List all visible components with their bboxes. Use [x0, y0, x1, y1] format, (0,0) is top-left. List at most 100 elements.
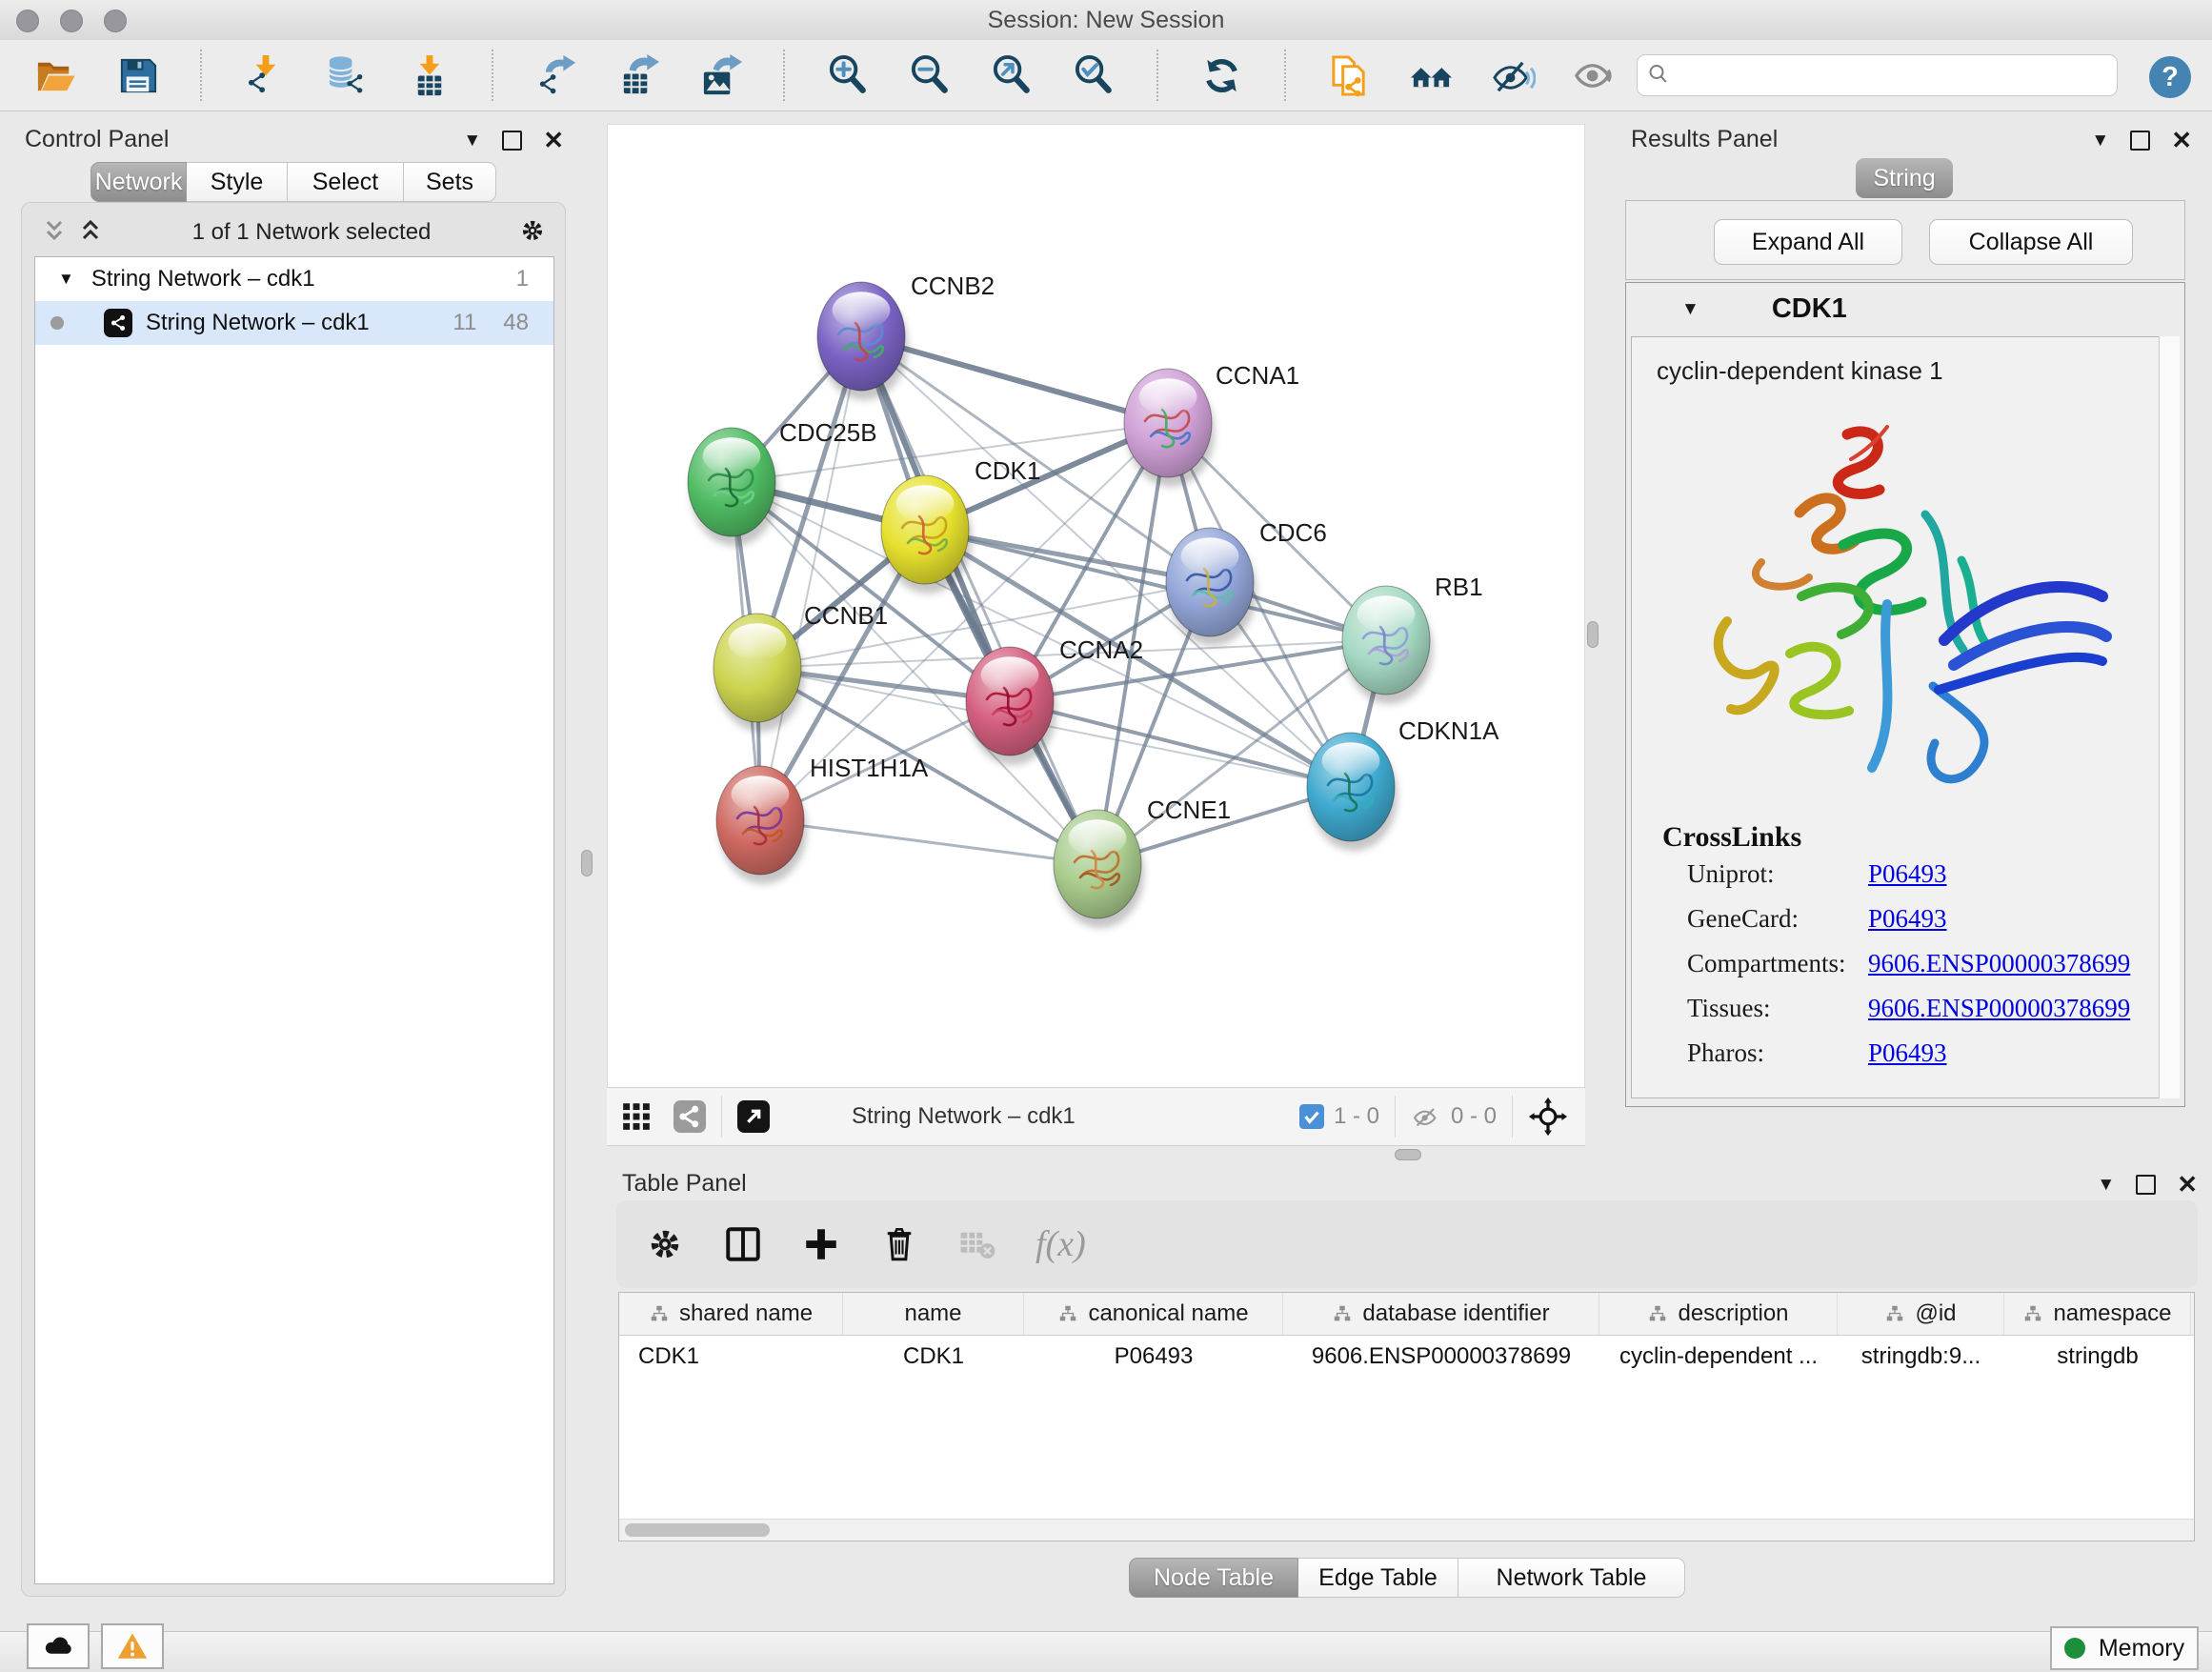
column-header--id[interactable]: @id: [1838, 1293, 2004, 1335]
tab-string[interactable]: String: [1856, 158, 1953, 198]
first-neighbors-button[interactable]: [1404, 47, 1458, 104]
warnings-button[interactable]: [101, 1623, 164, 1669]
cloud-status-button[interactable]: [27, 1623, 90, 1669]
table-panel-float-icon[interactable]: [2136, 1175, 2156, 1195]
column-header-description[interactable]: description: [1599, 1293, 1838, 1335]
right-splitter-handle[interactable]: [1587, 621, 1599, 648]
control-panel-menu-icon[interactable]: ▼: [463, 131, 481, 150]
export-table-button[interactable]: [612, 47, 665, 104]
birds-eye-view-icon[interactable]: [1528, 1097, 1568, 1137]
left-splitter-handle[interactable]: [581, 850, 593, 876]
table-panel-close-icon[interactable]: ✕: [2177, 1172, 2198, 1197]
expand-all-networks-icon[interactable]: [41, 217, 68, 249]
table-options-gear-icon[interactable]: [645, 1224, 685, 1264]
hide-selected-icon: [1491, 53, 1536, 98]
column-header-shared-name[interactable]: shared name: [619, 1293, 843, 1335]
memory-button[interactable]: Memory: [2050, 1626, 2199, 1670]
results-panel-close-icon[interactable]: ✕: [2171, 128, 2192, 152]
apply-layout-button[interactable]: [1195, 47, 1248, 104]
control-panel-close-icon[interactable]: ✕: [543, 128, 564, 152]
collection-expand-icon[interactable]: ▼: [58, 270, 74, 289]
show-column-icon[interactable]: [723, 1224, 763, 1264]
crosslink-link[interactable]: 9606.ENSP00000378699: [1868, 949, 2130, 978]
crosslink-link[interactable]: P06493: [1868, 1038, 1947, 1068]
crosslink-label: Uniprot:: [1687, 859, 1775, 889]
table-hscrollbar-thumb[interactable]: [625, 1523, 770, 1537]
network-node-RB1[interactable]: RB1: [1342, 573, 1483, 704]
protein-structure-image: [1647, 400, 2133, 810]
network-canvas[interactable]: CCNB2CCNA1CDC25BCDK1CDC6RB1CCNB1CCNA2CDK…: [607, 124, 1585, 1088]
network-node-CCNB2[interactable]: CCNB2: [817, 272, 995, 400]
delete-column-icon[interactable]: [879, 1224, 919, 1264]
results-scrollbar[interactable]: [2159, 336, 2180, 1098]
network-row-selected[interactable]: String Network – cdk1 11 48: [35, 301, 553, 345]
new-network-from-selection-button[interactable]: [1322, 47, 1376, 104]
import-table-button[interactable]: [402, 47, 455, 104]
export-image-button[interactable]: [694, 47, 747, 104]
help-button[interactable]: ?: [2149, 56, 2191, 98]
network-node-CCNE1[interactable]: CCNE1: [1054, 796, 1231, 928]
collection-count: 1: [516, 266, 529, 292]
tab-network-table[interactable]: Network Table: [1458, 1558, 1685, 1598]
network-collection-row[interactable]: ▼ String Network – cdk1 1: [35, 257, 553, 301]
table-row[interactable]: CDK1CDK1P064939606.ENSP00000378699cyclin…: [619, 1336, 2194, 1378]
control-panel-float-icon[interactable]: [502, 131, 522, 151]
export-network-button[interactable]: [530, 47, 583, 104]
column-header-name[interactable]: name: [843, 1293, 1024, 1335]
gene-collapse-icon[interactable]: ▼: [1681, 300, 1699, 318]
tab-select[interactable]: Select: [288, 162, 404, 202]
create-column-icon[interactable]: [801, 1224, 841, 1264]
toolbar-separator: [1284, 50, 1286, 101]
expand-all-button[interactable]: Expand All: [1714, 219, 1902, 265]
column-header-canonical-name[interactable]: canonical name: [1024, 1293, 1283, 1335]
selected-checkbox-icon[interactable]: [1299, 1104, 1324, 1129]
import-network-database-button[interactable]: [320, 47, 373, 104]
hide-selected-button[interactable]: [1486, 47, 1539, 104]
zoom-selected-button[interactable]: [1067, 47, 1120, 104]
search-box[interactable]: [1637, 54, 2118, 96]
network-node-CDC25B[interactable]: CDC25B: [688, 418, 877, 546]
crosslink-row: Uniprot: P06493: [1632, 859, 2160, 904]
collapse-all-button[interactable]: Collapse All: [1929, 219, 2133, 265]
crosslink-link[interactable]: P06493: [1868, 904, 1947, 934]
crosslink-link[interactable]: P06493: [1868, 859, 1947, 889]
column-header-database-identifier[interactable]: database identifier: [1283, 1293, 1599, 1335]
node-table[interactable]: shared namenamecanonical namedatabase id…: [618, 1292, 2195, 1541]
import-network-button[interactable]: [238, 47, 292, 104]
open-session-button[interactable]: [29, 47, 82, 104]
detach-view-icon[interactable]: [737, 1100, 770, 1133]
string-view-icon[interactable]: [674, 1100, 706, 1133]
table-cell: CDK1: [619, 1336, 843, 1378]
save-session-button[interactable]: [111, 47, 164, 104]
results-panel-float-icon[interactable]: [2130, 131, 2150, 151]
zoom-in-button[interactable]: [821, 47, 875, 104]
toolbar-separator: [200, 50, 202, 101]
column-header-namespace[interactable]: namespace: [2004, 1293, 2191, 1335]
collapse-all-networks-icon[interactable]: [77, 217, 104, 249]
tab-network[interactable]: Network: [90, 162, 187, 202]
table-hscrollbar[interactable]: [619, 1519, 2194, 1541]
import-network-icon: [243, 53, 288, 98]
network-options-gear-icon[interactable]: [519, 217, 546, 249]
bottom-splitter-handle[interactable]: [1395, 1149, 1421, 1160]
open-folder-icon: [33, 53, 78, 98]
tab-node-table[interactable]: Node Table: [1129, 1558, 1298, 1598]
tab-style[interactable]: Style: [187, 162, 288, 202]
network-node-CCNB1[interactable]: CCNB1: [714, 601, 888, 732]
network-node-CDC6[interactable]: CDC6: [1166, 518, 1327, 646]
search-input[interactable]: [1679, 62, 2117, 90]
network-node-CDKN1A[interactable]: CDKN1A: [1307, 716, 1499, 851]
grid-view-icon[interactable]: [622, 1102, 651, 1131]
table-panel-menu-icon[interactable]: ▼: [2097, 1176, 2115, 1194]
crosslink-link[interactable]: 9606.ENSP00000378699: [1868, 994, 2130, 1023]
network-table-splitter[interactable]: [607, 1146, 1585, 1159]
zoom-fit-button[interactable]: [985, 47, 1038, 104]
network-node-HIST1H1A[interactable]: HIST1H1A: [716, 754, 929, 884]
show-all-button[interactable]: [1568, 47, 1621, 104]
export-table-icon: [616, 53, 661, 98]
tab-edge-table[interactable]: Edge Table: [1298, 1558, 1458, 1598]
results-panel-menu-icon[interactable]: ▼: [2091, 131, 2109, 150]
node-label-CCNE1: CCNE1: [1147, 796, 1231, 824]
tab-sets[interactable]: Sets: [404, 162, 496, 202]
zoom-out-button[interactable]: [903, 47, 956, 104]
